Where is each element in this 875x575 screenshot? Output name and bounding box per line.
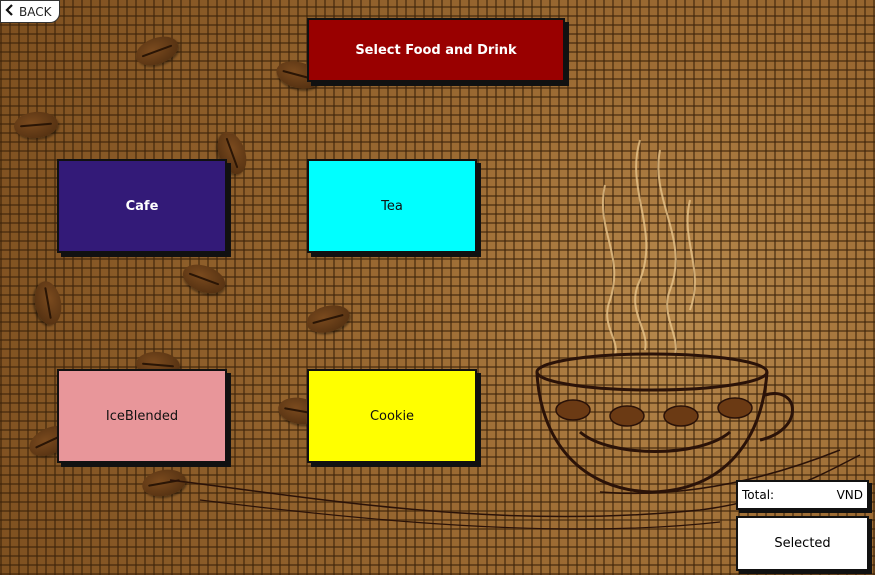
- back-button-label: BACK: [19, 4, 52, 19]
- category-label: Cafe: [125, 198, 159, 214]
- total-label: Total:: [742, 488, 775, 502]
- back-button[interactable]: BACK: [0, 0, 60, 23]
- category-label: Cookie: [369, 408, 415, 424]
- selected-label: Selected: [774, 536, 831, 551]
- page-title: Select Food and Drink: [307, 18, 565, 82]
- selected-button[interactable]: Selected: [736, 516, 869, 571]
- category-label: Tea: [381, 198, 403, 214]
- total-panel: Total: VND: [736, 480, 869, 510]
- category-label: IceBlended: [105, 408, 179, 424]
- page-title-text: Select Food and Drink: [355, 42, 517, 58]
- chevron-left-icon: [5, 4, 15, 19]
- category-button-iceblended[interactable]: IceBlended: [57, 369, 227, 463]
- category-button-cookie[interactable]: Cookie: [307, 369, 477, 463]
- category-button-cafe[interactable]: Cafe: [57, 159, 227, 253]
- total-currency: VND: [836, 488, 863, 502]
- category-button-tea[interactable]: Tea: [307, 159, 477, 253]
